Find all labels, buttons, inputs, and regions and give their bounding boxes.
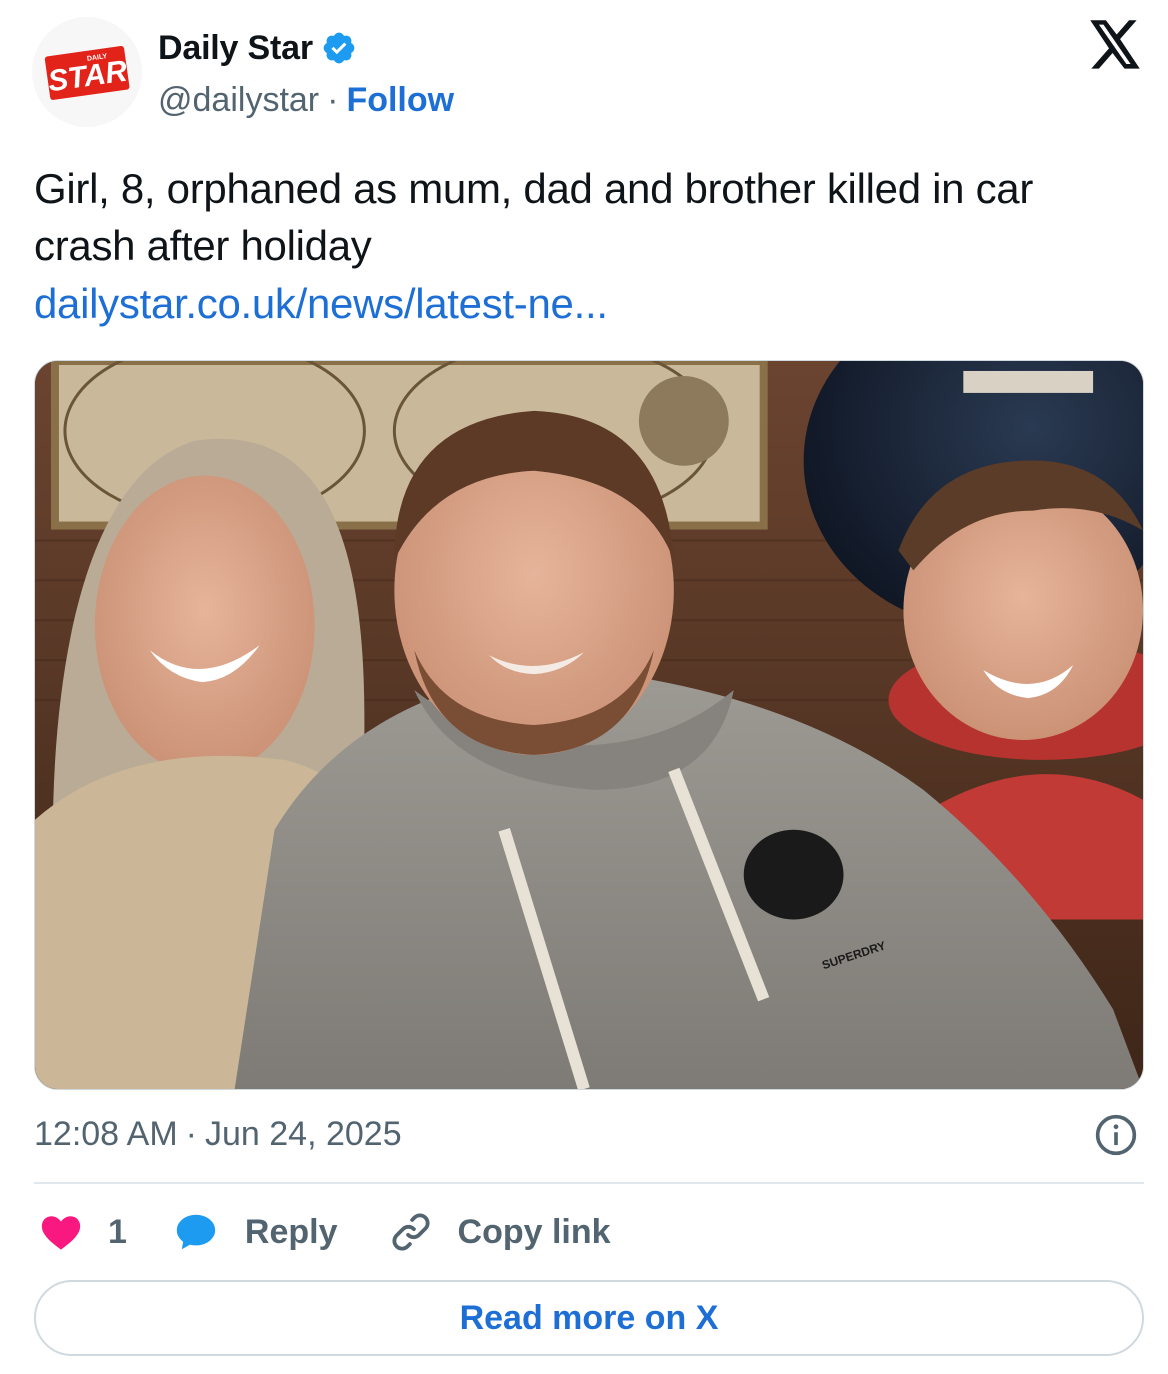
- daily-star-logo-icon: STAR DAILY: [44, 46, 130, 100]
- author-avatar[interactable]: STAR DAILY: [32, 17, 142, 127]
- like-count: 1: [108, 1212, 127, 1251]
- tweet-time: 12:08 AM: [34, 1114, 178, 1153]
- copy-link-label: Copy link: [457, 1212, 611, 1251]
- tweet-text: Girl, 8, orphaned as mum, dad and brothe…: [34, 165, 1034, 269]
- x-logo-icon[interactable]: [1088, 20, 1142, 70]
- embedded-tweet-card: STAR DAILY Daily Star @dailystar · Follo…: [0, 0, 1168, 1374]
- timestamp-separator: ·: [185, 1114, 197, 1153]
- divider: [34, 1182, 1144, 1184]
- speech-bubble-icon: [176, 1214, 216, 1250]
- follow-link[interactable]: Follow: [346, 81, 454, 120]
- author-handle[interactable]: @dailystar: [158, 81, 319, 120]
- verified-badge-icon: [323, 32, 355, 64]
- handle-separator: ·: [327, 80, 339, 119]
- reply-label: Reply: [244, 1212, 338, 1251]
- photo-illustration: SUPERDRY: [35, 361, 1143, 1089]
- copy-link-button[interactable]: Copy link: [388, 1209, 611, 1255]
- info-icon[interactable]: [1094, 1113, 1138, 1157]
- tweet-photo[interactable]: SUPERDRY: [34, 360, 1144, 1090]
- tweet-date: Jun 24, 2025: [204, 1114, 402, 1153]
- reply-button[interactable]: Reply: [173, 1209, 338, 1255]
- heart-icon: [41, 1216, 81, 1250]
- tweet-actions: 1 Reply Copy link: [38, 1206, 611, 1258]
- author-handle-row: @dailystar · Follow: [158, 78, 454, 122]
- read-more-button[interactable]: Read more on X: [34, 1280, 1144, 1356]
- like-button[interactable]: 1: [38, 1209, 127, 1255]
- tweet-timestamp[interactable]: 12:08 AM · Jun 24, 2025: [34, 1112, 402, 1156]
- tweet-link[interactable]: dailystar.co.uk/news/latest-ne...: [34, 275, 608, 332]
- author-name-row: Daily Star: [158, 26, 357, 70]
- author-display-name[interactable]: Daily Star: [158, 29, 313, 68]
- link-icon: [391, 1213, 430, 1251]
